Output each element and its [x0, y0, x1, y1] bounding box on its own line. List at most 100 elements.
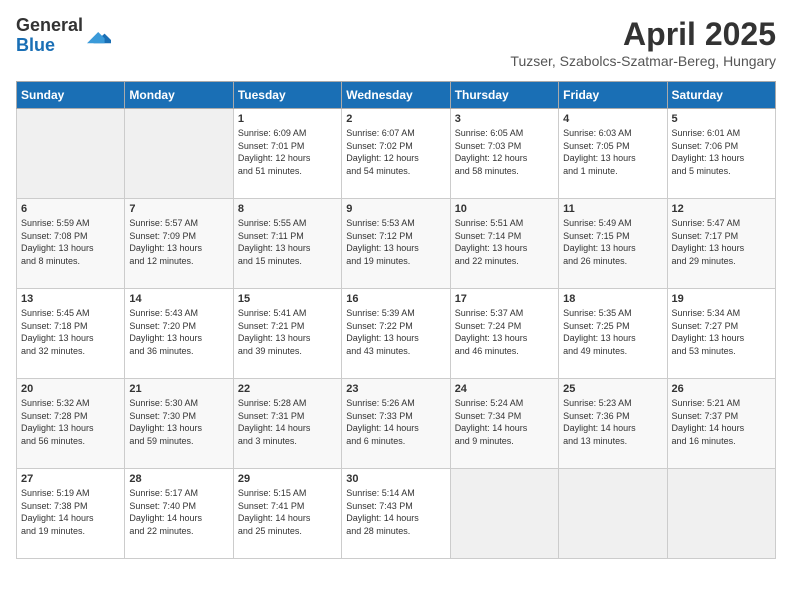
day-info: Sunrise: 5:49 AM Sunset: 7:15 PM Dayligh… [563, 217, 662, 267]
day-cell: 3 Sunrise: 6:05 AM Sunset: 7:03 PM Daylig… [450, 109, 558, 199]
calendar-table: SundayMondayTuesdayWednesdayThursdayFrid… [16, 81, 776, 559]
day-info: Sunrise: 5:19 AM Sunset: 7:38 PM Dayligh… [21, 487, 120, 537]
day-info: Sunrise: 6:09 AM Sunset: 7:01 PM Dayligh… [238, 127, 337, 177]
day-cell: 12 Sunrise: 5:47 AM Sunset: 7:17 PM Dayli… [667, 199, 775, 289]
day-info: Sunrise: 5:24 AM Sunset: 7:34 PM Dayligh… [455, 397, 554, 447]
day-number: 24 [455, 383, 554, 395]
day-cell [450, 469, 558, 559]
day-number: 3 [455, 113, 554, 125]
day-number: 22 [238, 383, 337, 395]
day-cell: 17Sunrise: 5:37 AM Sunset: 7:24 PM Dayli… [450, 289, 558, 379]
day-info: Sunrise: 6:05 AM Sunset: 7:03 PM Dayligh… [455, 127, 554, 177]
day-number: 2 [346, 113, 445, 125]
logo: General Blue [16, 16, 111, 56]
day-cell: 7 Sunrise: 5:57 AM Sunset: 7:09 PM Daylig… [125, 199, 233, 289]
day-info: Sunrise: 6:07 AM Sunset: 7:02 PM Dayligh… [346, 127, 445, 177]
day-info: Sunrise: 5:55 AM Sunset: 7:11 PM Dayligh… [238, 217, 337, 267]
day-cell: 2 Sunrise: 6:07 AM Sunset: 7:02 PM Daylig… [342, 109, 450, 199]
day-info: Sunrise: 5:26 AM Sunset: 7:33 PM Dayligh… [346, 397, 445, 447]
week-row-4: 27 Sunrise: 5:19 AM Sunset: 7:38 PM Dayli… [17, 469, 776, 559]
day-number: 5 [672, 113, 771, 125]
day-number: 1 [238, 113, 337, 125]
day-info: Sunrise: 5:57 AM Sunset: 7:09 PM Dayligh… [129, 217, 228, 267]
header-day-tuesday: Tuesday [233, 82, 341, 109]
day-number: 13 [21, 293, 120, 305]
day-number: 16 [346, 293, 445, 305]
header-day-sunday: Sunday [17, 82, 125, 109]
header: General Blue April 2025 Tuzser, Szabolcs… [16, 16, 776, 69]
day-cell: 9Sunrise: 5:53 AM Sunset: 7:12 PM Daylig… [342, 199, 450, 289]
day-cell: 29 Sunrise: 5:15 AM Sunset: 7:41 PM Dayli… [233, 469, 341, 559]
header-row: SundayMondayTuesdayWednesdayThursdayFrid… [17, 82, 776, 109]
day-number: 25 [563, 383, 662, 395]
day-info: Sunrise: 5:47 AM Sunset: 7:17 PM Dayligh… [672, 217, 771, 267]
header-day-monday: Monday [125, 82, 233, 109]
day-number: 19 [672, 293, 771, 305]
day-number: 12 [672, 203, 771, 215]
logo-general: General [16, 16, 83, 36]
day-info: Sunrise: 6:03 AM Sunset: 7:05 PM Dayligh… [563, 127, 662, 177]
day-info: Sunrise: 5:39 AM Sunset: 7:22 PM Dayligh… [346, 307, 445, 357]
day-cell: 15 Sunrise: 5:41 AM Sunset: 7:21 PM Dayli… [233, 289, 341, 379]
day-cell: 21Sunrise: 5:30 AM Sunset: 7:30 PM Dayli… [125, 379, 233, 469]
logo-blue: Blue [16, 36, 83, 56]
day-cell: 30 Sunrise: 5:14 AM Sunset: 7:43 PM Dayli… [342, 469, 450, 559]
day-info: Sunrise: 5:53 AM Sunset: 7:12 PM Dayligh… [346, 217, 445, 267]
day-number: 27 [21, 473, 120, 485]
day-cell: 25Sunrise: 5:23 AM Sunset: 7:36 PM Dayli… [559, 379, 667, 469]
day-cell: 5 Sunrise: 6:01 AM Sunset: 7:06 PM Daylig… [667, 109, 775, 199]
day-cell: 28Sunrise: 5:17 AM Sunset: 7:40 PM Dayli… [125, 469, 233, 559]
day-number: 6 [21, 203, 120, 215]
day-info: Sunrise: 5:14 AM Sunset: 7:43 PM Dayligh… [346, 487, 445, 537]
header-day-friday: Friday [559, 82, 667, 109]
day-cell: 18Sunrise: 5:35 AM Sunset: 7:25 PM Dayli… [559, 289, 667, 379]
day-info: Sunrise: 5:32 AM Sunset: 7:28 PM Dayligh… [21, 397, 120, 447]
day-info: Sunrise: 5:15 AM Sunset: 7:41 PM Dayligh… [238, 487, 337, 537]
day-cell: 27 Sunrise: 5:19 AM Sunset: 7:38 PM Dayli… [17, 469, 125, 559]
day-number: 29 [238, 473, 337, 485]
day-cell: 22 Sunrise: 5:28 AM Sunset: 7:31 PM Dayli… [233, 379, 341, 469]
header-day-saturday: Saturday [667, 82, 775, 109]
day-number: 4 [563, 113, 662, 125]
calendar-header: SundayMondayTuesdayWednesdayThursdayFrid… [17, 82, 776, 109]
calendar-subtitle: Tuzser, Szabolcs-Szatmar-Bereg, Hungary [510, 53, 776, 69]
day-number: 28 [129, 473, 228, 485]
day-number: 11 [563, 203, 662, 215]
day-number: 30 [346, 473, 445, 485]
day-info: Sunrise: 5:21 AM Sunset: 7:37 PM Dayligh… [672, 397, 771, 447]
day-cell: 8 Sunrise: 5:55 AM Sunset: 7:11 PM Daylig… [233, 199, 341, 289]
week-row-0: 1 Sunrise: 6:09 AM Sunset: 7:01 PM Daylig… [17, 109, 776, 199]
day-number: 26 [672, 383, 771, 395]
day-info: Sunrise: 5:51 AM Sunset: 7:14 PM Dayligh… [455, 217, 554, 267]
week-row-1: 6 Sunrise: 5:59 AM Sunset: 7:08 PM Daylig… [17, 199, 776, 289]
day-cell: 24 Sunrise: 5:24 AM Sunset: 7:34 PM Dayli… [450, 379, 558, 469]
day-cell [559, 469, 667, 559]
day-info: Sunrise: 6:01 AM Sunset: 7:06 PM Dayligh… [672, 127, 771, 177]
day-number: 15 [238, 293, 337, 305]
day-info: Sunrise: 5:43 AM Sunset: 7:20 PM Dayligh… [129, 307, 228, 357]
day-cell [125, 109, 233, 199]
day-cell [17, 109, 125, 199]
header-day-thursday: Thursday [450, 82, 558, 109]
title-area: April 2025 Tuzser, Szabolcs-Szatmar-Bere… [510, 16, 776, 69]
day-cell: 26 Sunrise: 5:21 AM Sunset: 7:37 PM Dayli… [667, 379, 775, 469]
day-cell: 16 Sunrise: 5:39 AM Sunset: 7:22 PM Dayli… [342, 289, 450, 379]
day-cell: 19 Sunrise: 5:34 AM Sunset: 7:27 PM Dayli… [667, 289, 775, 379]
day-cell: 23 Sunrise: 5:26 AM Sunset: 7:33 PM Dayli… [342, 379, 450, 469]
day-info: Sunrise: 5:28 AM Sunset: 7:31 PM Dayligh… [238, 397, 337, 447]
day-cell: 20Sunrise: 5:32 AM Sunset: 7:28 PM Dayli… [17, 379, 125, 469]
day-number: 8 [238, 203, 337, 215]
day-info: Sunrise: 5:34 AM Sunset: 7:27 PM Dayligh… [672, 307, 771, 357]
day-number: 23 [346, 383, 445, 395]
day-cell: 11 Sunrise: 5:49 AM Sunset: 7:15 PM Dayli… [559, 199, 667, 289]
day-info: Sunrise: 5:59 AM Sunset: 7:08 PM Dayligh… [21, 217, 120, 267]
day-cell: 13Sunrise: 5:45 AM Sunset: 7:18 PM Dayli… [17, 289, 125, 379]
day-number: 7 [129, 203, 228, 215]
week-row-3: 20Sunrise: 5:32 AM Sunset: 7:28 PM Dayli… [17, 379, 776, 469]
header-day-wednesday: Wednesday [342, 82, 450, 109]
day-number: 14 [129, 293, 228, 305]
day-cell [667, 469, 775, 559]
day-cell: 1 Sunrise: 6:09 AM Sunset: 7:01 PM Daylig… [233, 109, 341, 199]
calendar-title: April 2025 [510, 16, 776, 53]
day-info: Sunrise: 5:41 AM Sunset: 7:21 PM Dayligh… [238, 307, 337, 357]
